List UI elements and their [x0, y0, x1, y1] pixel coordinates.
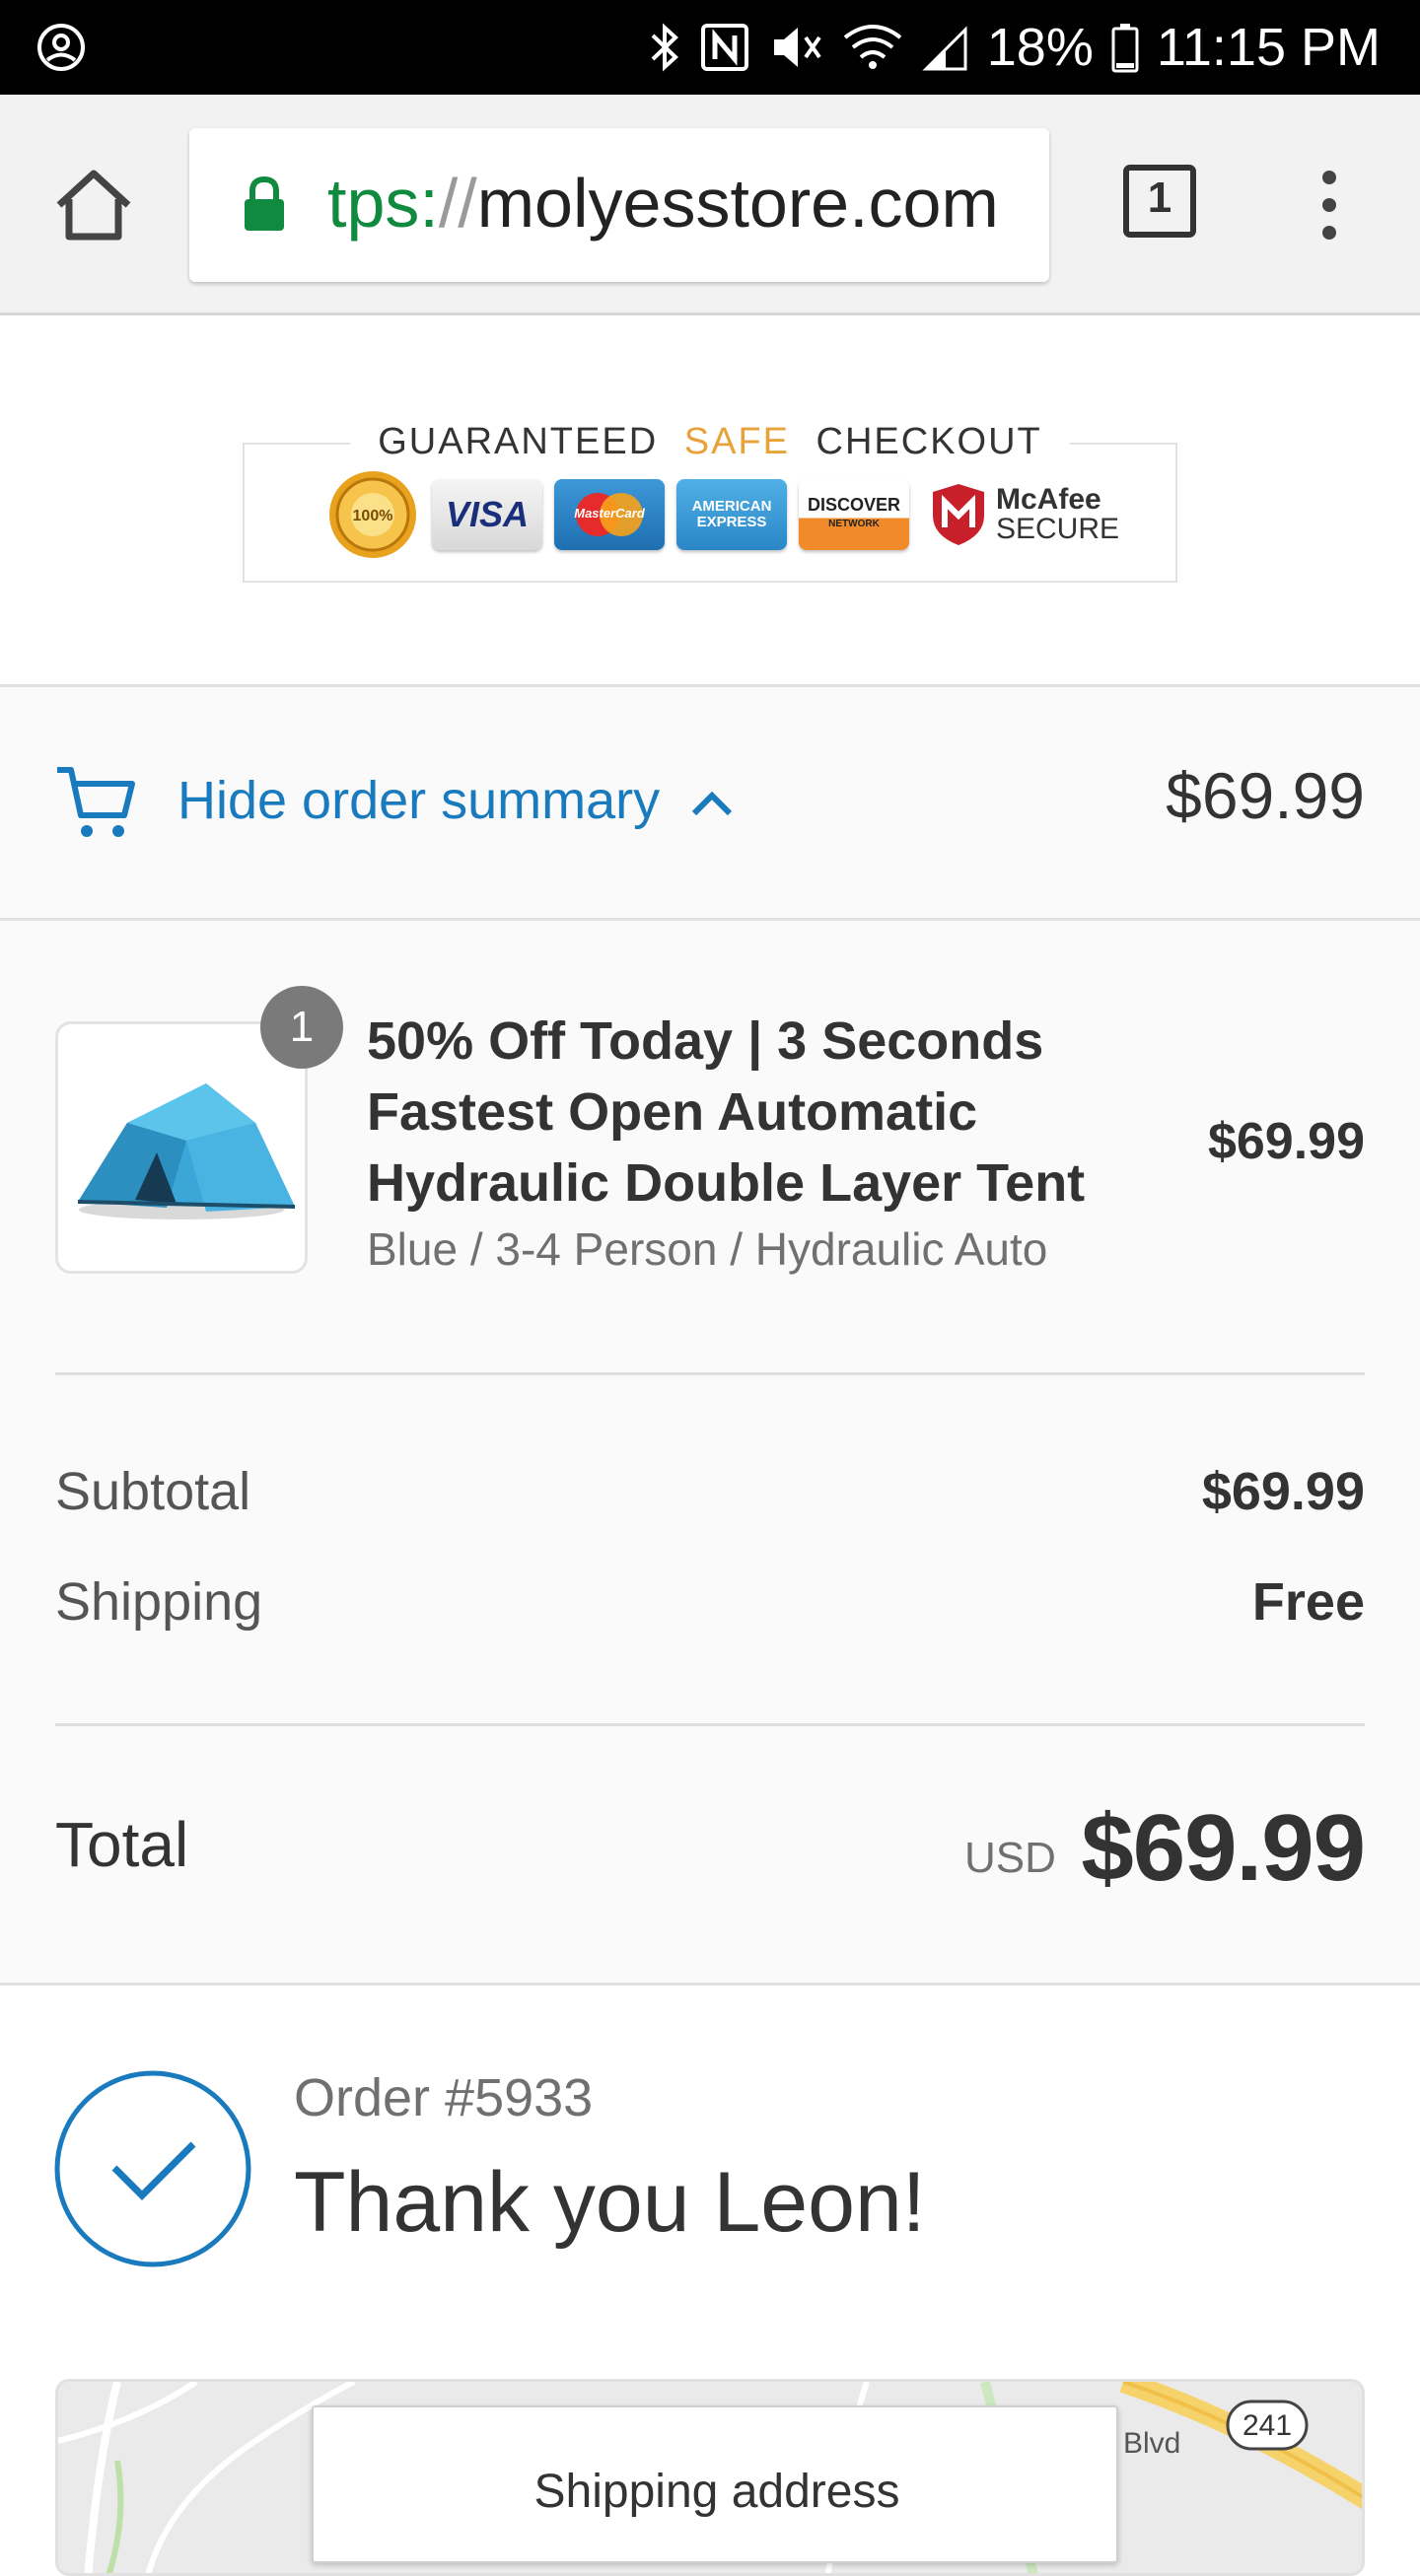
chevron-up-icon: [691, 791, 733, 816]
satisfaction-seal-icon: 100%: [329, 471, 416, 558]
tab-count: 1: [1147, 174, 1172, 222]
account-circle-icon: [37, 24, 85, 71]
total-value: $69.99: [1081, 1795, 1366, 1901]
mcafee-shield-icon: [933, 484, 984, 545]
discover-card-icon: DISCOVER NETWORK: [799, 479, 909, 550]
subtotal-value: $69.99: [1201, 1462, 1365, 1521]
nfc-icon: [700, 24, 748, 71]
map-route-number: 241: [1242, 2409, 1292, 2442]
visa-card-icon: VISA: [432, 479, 542, 550]
subtotal-label: Subtotal: [55, 1462, 251, 1521]
tent-image: [77, 1083, 296, 1219]
product-price: $69.99: [1207, 1113, 1365, 1170]
lock-icon: [245, 175, 284, 231]
home-icon[interactable]: [51, 166, 136, 244]
quantity-badge: 1: [260, 986, 343, 1069]
shipping-label: Shipping: [55, 1572, 263, 1632]
order-summary-toggle[interactable]: Hide order summary $69.99: [0, 687, 1420, 921]
wifi-icon: [843, 25, 902, 69]
clock: 11:15 PM: [1156, 18, 1381, 77]
url-slashes: //: [438, 165, 477, 242]
battery-percent: 18%: [986, 18, 1094, 77]
vibrate-mute-icon: [773, 28, 821, 67]
signal-icon: [922, 26, 967, 71]
overflow-menu-icon[interactable]: [1310, 166, 1349, 244]
amex-card-icon: AMERICAN EXPRESS: [676, 479, 787, 550]
payment-badges: 100% VISA MasterCard AMERICAN EXPRESS DIS…: [325, 471, 1119, 558]
hide-order-summary-label[interactable]: Hide order summary: [178, 770, 660, 831]
checkmark-circle-icon: [54, 2070, 251, 2267]
trust-heading: GUARANTEED SAFE CHECKOUT: [0, 421, 1420, 463]
order-summary: 1 50% Off Today | 3 Seconds Fastest Open…: [0, 921, 1420, 1985]
product-variant: Blue / 3-4 Person / Hydraulic Auto: [367, 1223, 1048, 1275]
product-thumbnail: [55, 1021, 308, 1274]
seal-text: 100%: [353, 508, 393, 524]
mcafee-secure-badge: McAfee SECURE: [929, 482, 1119, 547]
status-bar: 18% 11:15 PM: [0, 0, 1420, 95]
currency-code: USD: [964, 1834, 1056, 1882]
url-scheme: tps:: [327, 165, 439, 242]
cart-icon: [57, 767, 135, 837]
address-bar[interactable]: tps://molyesstore.com: [189, 128, 1049, 282]
url-host: molyesstore.com: [476, 165, 999, 242]
battery-icon: [1111, 24, 1139, 73]
browser-toolbar: tps://molyesstore.com 1: [0, 95, 1420, 315]
mastercard-icon: MasterCard: [554, 479, 665, 550]
bluetooth-icon: [651, 23, 678, 72]
divider: [55, 1372, 1365, 1375]
order-number: Order #5933: [294, 2068, 594, 2127]
shipping-value: Free: [1251, 1572, 1365, 1632]
product-title: 50% Off Today | 3 Seconds Fastest Open A…: [367, 1011, 1086, 1213]
thank-you-heading: Thank you Leon!: [294, 2155, 926, 2250]
url-text: tps://molyesstore.com: [327, 164, 999, 243]
map-road-label: Blvd: [1123, 2427, 1180, 2460]
shipping-address-card: Shipping address: [312, 2405, 1118, 2563]
trust-heading-safe: SAFE: [683, 421, 790, 462]
trust-badge-section: GUARANTEED SAFE CHECKOUT 100% VISA Maste…: [0, 318, 1420, 687]
divider: [55, 1723, 1365, 1726]
summary-toggle-price: $69.99: [1166, 759, 1365, 832]
total-label: Total: [55, 1809, 189, 1880]
shipping-address-title: Shipping address: [533, 2466, 900, 2518]
